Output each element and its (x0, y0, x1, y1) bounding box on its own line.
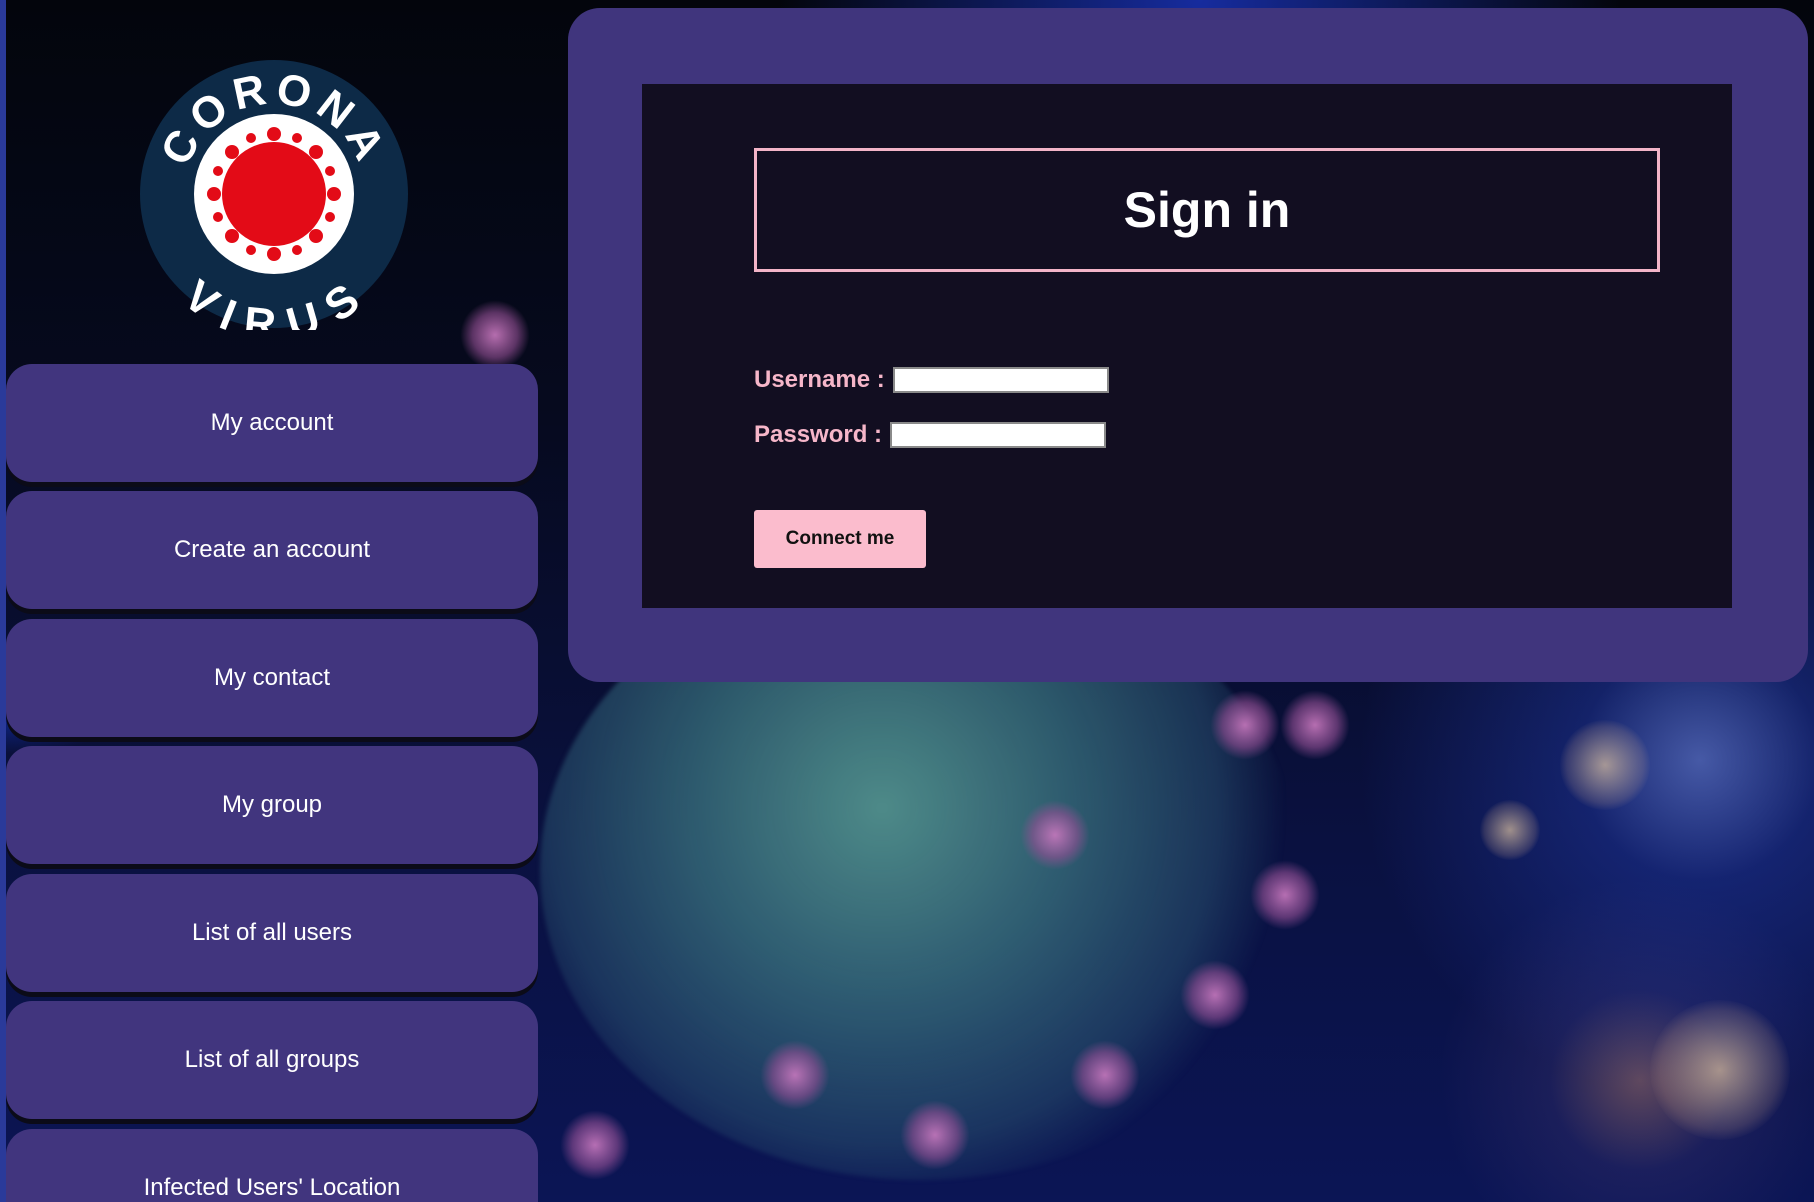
sidebar-item-label: Create an account (173, 536, 371, 563)
sidebar-item-label: My account (210, 409, 334, 436)
sidebar-item-label: List of all groups (184, 1046, 360, 1073)
password-row: Password : (754, 421, 1107, 449)
sidebar-item-label: My group (221, 791, 323, 818)
sidebar-item-label: List of all users (191, 919, 353, 946)
virus-logo-icon: CORONA VIRUS (140, 60, 408, 350)
virus-spike (900, 1100, 970, 1170)
password-input[interactable] (890, 422, 1107, 448)
sidebar-item-list-groups[interactable]: List of all groups (6, 1001, 538, 1119)
connect-button[interactable]: Connect me (754, 510, 926, 568)
virus-spike (760, 1040, 830, 1110)
signin-form-container: Sign in Username : Password : Connect me (642, 84, 1732, 608)
username-input[interactable] (892, 367, 1109, 393)
light-bokeh (1480, 800, 1540, 860)
signin-title-box: Sign in (754, 148, 1660, 272)
virus-spike (1020, 800, 1090, 870)
sidebar-item-my-group[interactable]: My group (6, 746, 538, 864)
password-label: Password : (754, 421, 883, 448)
sidebar-item-label: My contact (213, 664, 331, 691)
sidebar-item-my-account[interactable]: My account (6, 364, 538, 482)
page-title: Sign in (1123, 182, 1291, 238)
light-bokeh (1560, 720, 1650, 810)
username-label: Username : (754, 366, 885, 393)
virus-spike (1210, 690, 1280, 760)
sidebar-item-create-account[interactable]: Create an account (6, 491, 538, 609)
virus-spike (1180, 960, 1250, 1030)
signin-panel: Sign in Username : Password : Connect me (568, 8, 1808, 682)
sidebar-item-label: Infected Users' Location (143, 1174, 401, 1201)
sidebar-item-infected-location[interactable]: Infected Users' Location (6, 1129, 538, 1202)
sidebar-item-my-contact[interactable]: My contact (6, 619, 538, 737)
virus-spike (1250, 860, 1320, 930)
virus-spike (560, 1110, 630, 1180)
light-bokeh (1650, 1000, 1790, 1140)
virus-spike (1280, 690, 1350, 760)
corona-virus-logo: CORONA VIRUS (138, 58, 410, 350)
virus-spike (1070, 1040, 1140, 1110)
sidebar: CORONA VIRUS My account Create an accoun… (6, 0, 538, 1202)
sidebar-item-list-users[interactable]: List of all users (6, 874, 538, 992)
username-row: Username : (754, 366, 1109, 394)
